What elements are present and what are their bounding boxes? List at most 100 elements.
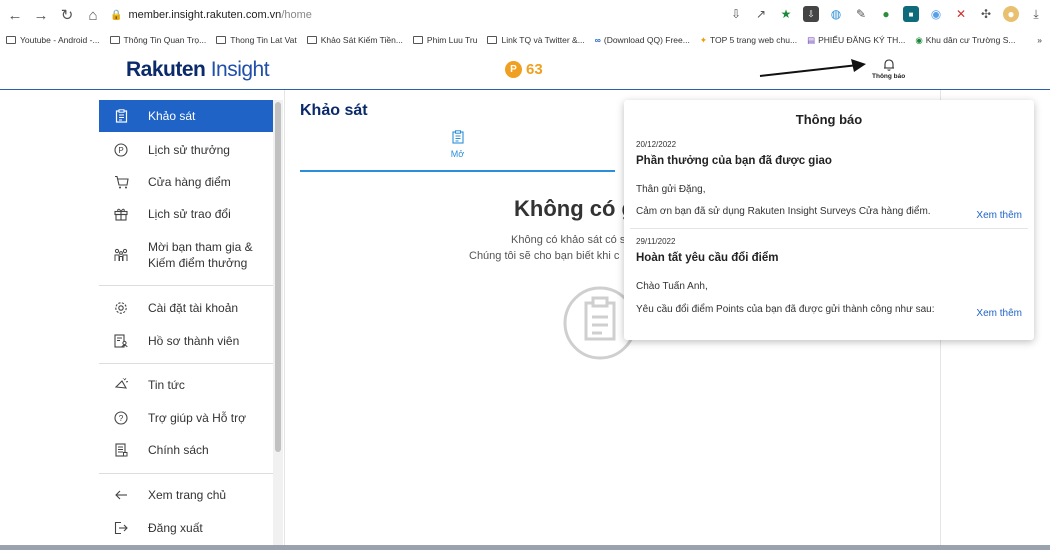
back-icon[interactable]: ← bbox=[4, 7, 26, 24]
megaphone-icon bbox=[113, 377, 129, 393]
empty-state-title: Không có g bbox=[514, 196, 635, 221]
content-border bbox=[284, 90, 285, 545]
sidebar-divider bbox=[99, 285, 273, 286]
app-header: Rakuten Insight P 63 Thông báo bbox=[0, 50, 1050, 90]
rakuten-insight-logo[interactable]: Rakuten Insight bbox=[126, 58, 270, 82]
see-more-link[interactable]: Xem thêm bbox=[976, 210, 1022, 221]
folder-icon bbox=[487, 36, 498, 44]
clipboard-icon bbox=[451, 130, 464, 144]
extension-feather-icon[interactable]: ✎ bbox=[853, 6, 869, 22]
page-title: Khảo sát bbox=[300, 102, 368, 119]
sidebar-divider bbox=[99, 473, 273, 474]
sidebar-item-home[interactable]: Xem trang chủ bbox=[99, 485, 273, 505]
notification-date: 29/11/2022 bbox=[636, 237, 676, 246]
notification-heading[interactable]: Hoàn tất yêu cầu đổi điểm bbox=[636, 252, 779, 264]
notification-greeting: Thân gửi Đặng, bbox=[636, 184, 706, 195]
browser-toolbar: ← → ↻ ⌂ 🔒 member.insight.rakuten.com.vn /… bbox=[0, 0, 1050, 30]
extension-square-icon[interactable]: ■ bbox=[903, 6, 919, 22]
profile-avatar-icon[interactable]: ● bbox=[1003, 6, 1019, 22]
empty-state-text: Không có khảo sát có s bbox=[511, 234, 626, 246]
notification-body: Cảm ơn bạn đã sử dụng Rakuten Insight Su… bbox=[636, 206, 931, 217]
notification-body: Yêu cầu đổi điểm Points của bạn đã được … bbox=[636, 304, 935, 315]
bookmark-star-icon[interactable]: ★ bbox=[778, 6, 794, 22]
p-coin-icon: P bbox=[113, 142, 129, 158]
lock-icon: 🔒 bbox=[110, 9, 123, 21]
extension-red-icon[interactable]: ✕ bbox=[953, 6, 969, 22]
url-host: member.insight.rakuten.com.vn bbox=[128, 9, 282, 21]
extension-globe-icon[interactable]: ● bbox=[878, 6, 894, 22]
forward-icon[interactable]: → bbox=[30, 7, 52, 24]
folder-icon bbox=[216, 36, 227, 44]
sidebar-item-help-support[interactable]: ? Trợ giúp và Hỗ trợ bbox=[99, 408, 273, 428]
extensions: ⇩ ↗ ★ ⇩ ◍ ✎ ● ■ ◉ ✕ ✣ ● ⤓ bbox=[728, 6, 1044, 22]
bookmarks-more[interactable]: » bbox=[1037, 35, 1042, 45]
help-icon: ? bbox=[113, 410, 129, 426]
sidebar-scrollbar-thumb[interactable] bbox=[275, 102, 281, 452]
sidebar-item-policy[interactable]: Chính sách bbox=[99, 440, 273, 460]
bookmark-item[interactable]: ▤ PHIẾU ĐĂNG KÝ TH... bbox=[807, 35, 905, 46]
tab-open[interactable]: Mở bbox=[300, 130, 615, 172]
sidebar-item-logout[interactable]: Đăng xuất bbox=[99, 518, 273, 538]
sidebar-item-exchange-history[interactable]: Lịch sử trao đổi bbox=[99, 204, 273, 224]
sidebar-item-news[interactable]: Tin tức bbox=[99, 375, 273, 395]
extension-circle-icon[interactable]: ◉ bbox=[928, 6, 944, 22]
install-app-icon[interactable]: ⇩ bbox=[728, 6, 744, 22]
sidebar-item-point-store[interactable]: Cửa hàng điểm bbox=[99, 172, 273, 192]
folder-icon bbox=[6, 36, 16, 44]
sidebar-item-invite-friends[interactable]: Mời bạn tham gia & Kiếm điểm thưởng bbox=[99, 238, 273, 272]
home-icon[interactable]: ⌂ bbox=[82, 7, 104, 24]
share-icon[interactable]: ↗ bbox=[753, 6, 769, 22]
reload-icon[interactable]: ↻ bbox=[56, 6, 78, 24]
empty-state-text: Chúng tôi sẽ cho bạn biết khi c bbox=[469, 250, 620, 262]
points-coin-icon: P bbox=[505, 61, 522, 78]
taskbar bbox=[0, 545, 1050, 550]
bookmark-item[interactable]: ∞ (Download QQ) Free... bbox=[595, 35, 690, 45]
see-more-link[interactable]: Xem thêm bbox=[976, 308, 1022, 319]
svg-text:P: P bbox=[118, 146, 123, 155]
download-ext-icon[interactable]: ⇩ bbox=[803, 6, 819, 22]
notification-panel-title: Thông báo bbox=[795, 112, 863, 127]
logout-icon bbox=[113, 520, 129, 536]
bookmark-item[interactable]: Thong Tin Lat Vat bbox=[216, 35, 297, 45]
gear-icon bbox=[113, 300, 129, 316]
bell-icon bbox=[883, 59, 894, 71]
qq-icon: ∞ bbox=[594, 35, 601, 45]
sidebar: Khảo sát P Lịch sử thưởng Cửa hàng điểm … bbox=[99, 100, 273, 545]
notification-heading[interactable]: Phần thưởng của bạn đã được giao bbox=[636, 155, 832, 167]
sidebar-item-reward-history[interactable]: P Lịch sử thưởng bbox=[99, 140, 273, 160]
bookmark-item[interactable]: Phim Luu Tru bbox=[412, 35, 477, 45]
extension-blue-icon[interactable]: ◍ bbox=[828, 6, 844, 22]
sidebar-item-member-profile[interactable]: Hồ sơ thành viên bbox=[99, 331, 273, 351]
people-icon bbox=[113, 247, 129, 263]
sidebar-divider bbox=[99, 363, 273, 364]
url-path: /home bbox=[281, 9, 312, 21]
bookmark-item[interactable]: Link TQ và Twitter &... bbox=[487, 35, 585, 45]
bookmark-item[interactable]: ✦ TOP 5 trang web chu... bbox=[700, 35, 797, 46]
profile-icon bbox=[113, 333, 129, 349]
points-value: 63 bbox=[526, 61, 543, 78]
bookmark-item[interactable]: Youtube - Android -... bbox=[6, 35, 100, 45]
notification-greeting: Chào Tuấn Anh, bbox=[636, 281, 708, 292]
notification-divider bbox=[630, 228, 1028, 229]
notification-date: 20/12/2022 bbox=[636, 140, 677, 149]
cart-icon bbox=[113, 174, 129, 190]
gift-icon bbox=[113, 206, 129, 222]
chat-icon: ◉ bbox=[915, 34, 923, 45]
sidebar-item-account-settings[interactable]: Cài đặt tài khoản bbox=[99, 298, 273, 318]
address-bar[interactable]: 🔒 member.insight.rakuten.com.vn/home bbox=[110, 4, 700, 26]
clipboard-icon bbox=[113, 108, 129, 124]
points-balance[interactable]: P 63 bbox=[505, 61, 543, 78]
sidebar-item-surveys[interactable]: Khảo sát bbox=[99, 100, 273, 132]
annotation-arrow bbox=[759, 59, 866, 77]
bookmarks-bar: Youtube - Android -... Thông Tin Quan Tr… bbox=[0, 30, 1050, 50]
bookmark-item[interactable]: ◉ Khu dân cư Trường S... bbox=[915, 35, 1015, 46]
form-icon: ▤ bbox=[807, 34, 816, 45]
notification-button[interactable]: Thông báo bbox=[872, 58, 905, 80]
downloads-icon[interactable]: ⤓ bbox=[1028, 6, 1044, 22]
folder-icon bbox=[109, 36, 120, 44]
extensions-puzzle-icon[interactable]: ✣ bbox=[978, 6, 994, 22]
document-icon bbox=[113, 442, 129, 458]
bookmark-item[interactable]: Thông Tin Quan Trọ... bbox=[109, 35, 206, 45]
bookmark-item[interactable]: Khảo Sát Kiếm Tiền... bbox=[306, 35, 403, 45]
folder-icon bbox=[306, 36, 317, 44]
